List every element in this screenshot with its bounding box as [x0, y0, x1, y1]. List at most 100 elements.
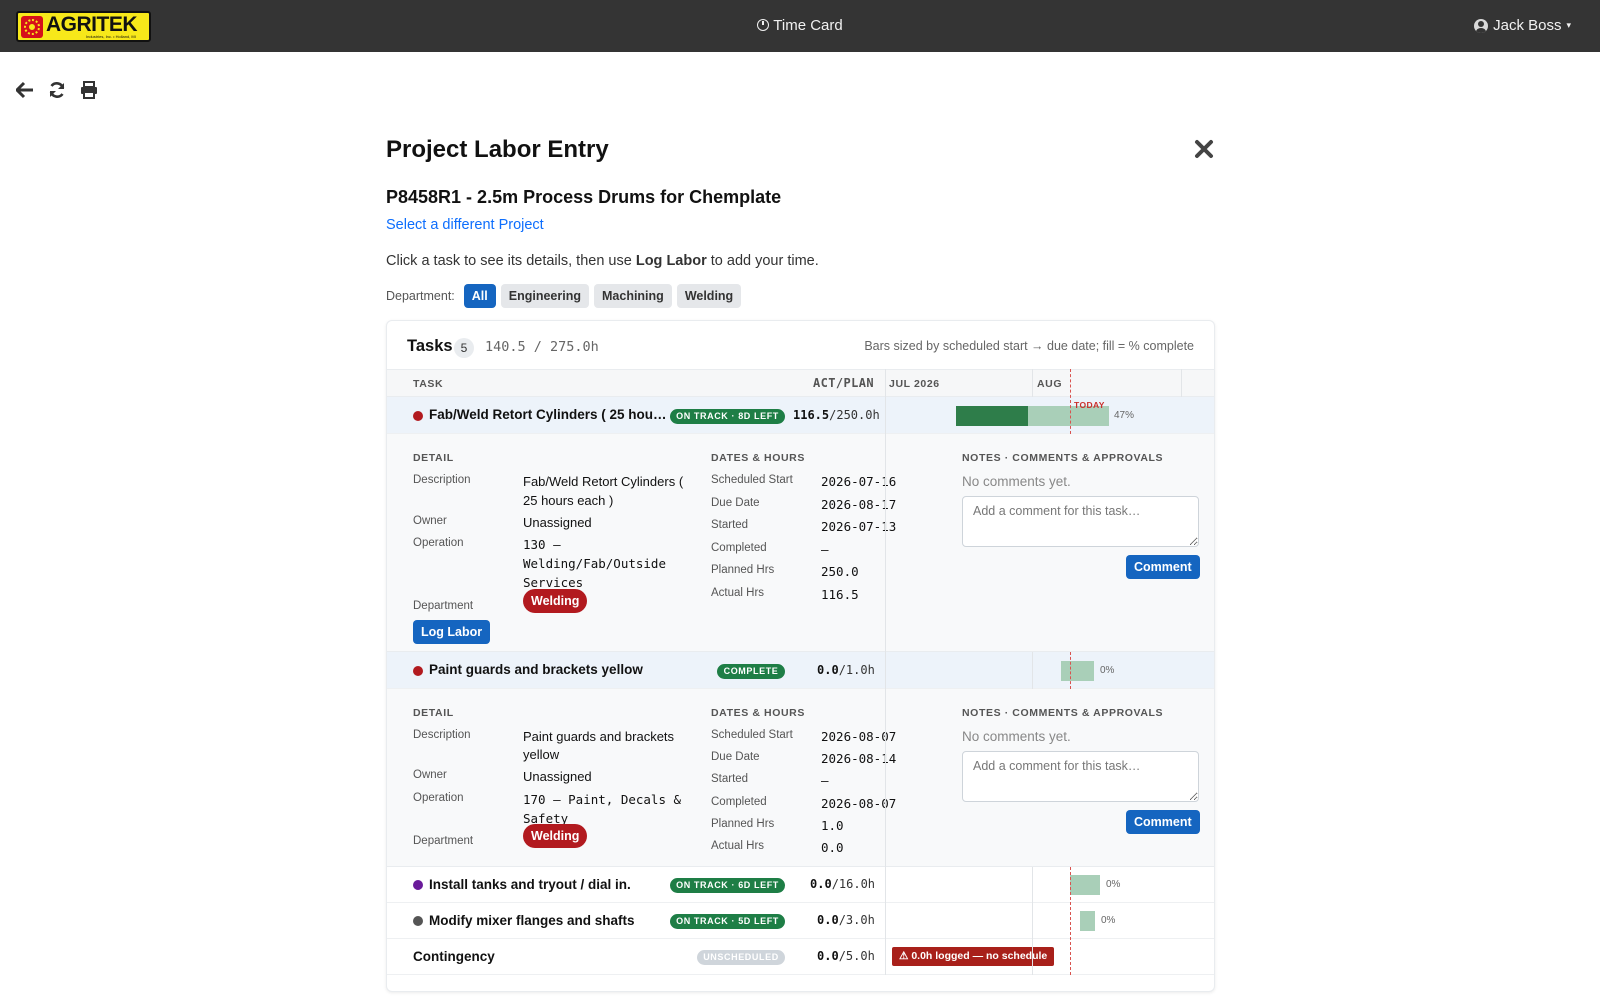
task-row[interactable]: Contingency UNSCHEDULED 0.0/5.0h ⚠ 0.0h …: [387, 939, 1214, 975]
planned-hours-value: 1.0: [821, 818, 844, 833]
department-filter: Department: All Engineering Machining We…: [386, 284, 742, 308]
filter-chip-engineering[interactable]: Engineering: [500, 284, 589, 308]
task-color-dot: [413, 916, 423, 926]
filter-chip-machining[interactable]: Machining: [594, 284, 672, 308]
percent-complete: 0%: [1101, 915, 1116, 926]
description-line-1: Paint guards and brackets: [523, 729, 675, 744]
comment-button[interactable]: Comment: [1126, 810, 1200, 834]
task-name: Contingency: [413, 949, 495, 964]
department-label: Department: [413, 600, 474, 612]
operation-line-1: 170 – Paint, Decals &: [523, 792, 682, 807]
user-circle-icon: [1474, 18, 1489, 33]
status-badge: ON TRACK · 5D LEFT: [670, 914, 785, 929]
task-row[interactable]: Modify mixer flanges and shafts ON TRACK…: [387, 903, 1214, 939]
arrow-left-icon: [16, 81, 33, 99]
progress-fill: [956, 406, 1028, 426]
description-label: Description: [413, 474, 471, 486]
operation-line-1: 130 –: [523, 537, 561, 552]
close-button[interactable]: [1194, 139, 1216, 161]
task-row[interactable]: Paint guards and brackets yellow COMPLET…: [387, 652, 1214, 689]
completed-label: Completed: [711, 542, 767, 554]
filter-chip-all[interactable]: All: [463, 284, 496, 308]
task-color-dot: [413, 880, 423, 890]
task-color-dot: [413, 666, 423, 676]
month-divider: [1032, 369, 1033, 397]
dates-section-title: DATES & HOURS: [711, 452, 805, 464]
dates-section-title: DATES & HOURS: [711, 707, 805, 719]
actual-hours-label: Actual Hrs: [711, 587, 765, 599]
detail-section-title: DETAIL: [413, 452, 454, 464]
log-labor-button[interactable]: Log Labor: [413, 620, 491, 644]
today-line: [1070, 369, 1071, 434]
owner-value: Unassigned: [523, 769, 592, 784]
printer-icon: [81, 81, 97, 99]
percent-complete: 47%: [1114, 410, 1135, 421]
comment-input[interactable]: [962, 496, 1199, 547]
today-line: [1070, 652, 1071, 689]
app-title: Time Card: [0, 17, 1600, 34]
department-label: Department: [413, 835, 474, 847]
back-button[interactable]: [15, 80, 35, 100]
today-line: [1070, 867, 1071, 975]
hours-totals: 140.5 / 275.0h: [485, 339, 599, 355]
schedule-bar: [1080, 911, 1095, 931]
detail-section-title: DETAIL: [413, 707, 454, 719]
owner-label: Owner: [413, 515, 447, 527]
owner-value: Unassigned: [523, 515, 592, 530]
no-comments-text: No comments yet.: [962, 474, 1071, 489]
timeline-legend-note: Bars sized by scheduled start → due date…: [864, 339, 1194, 353]
no-comments-text: No comments yet.: [962, 729, 1071, 744]
clock-icon: [757, 19, 770, 31]
task-name: Install tanks and tryout / dial in.: [429, 877, 631, 892]
timeline-divider: [885, 369, 886, 975]
project-title: P8458R1 - 2.5m Process Drums for Chempla…: [386, 187, 782, 207]
month-divider: [1181, 369, 1182, 397]
column-task: TASK: [413, 378, 444, 390]
comment-input[interactable]: [962, 751, 1199, 802]
started-label: Started: [711, 773, 749, 785]
page-toolbar: [15, 80, 99, 100]
started-value: –: [821, 773, 829, 788]
column-act-plan: ACT/PLAN: [813, 376, 874, 390]
department-filter-label: Department:: [386, 289, 455, 303]
planned-hours-label: Planned Hrs: [711, 564, 775, 576]
column-month-aug: AUG: [1037, 378, 1063, 390]
print-button[interactable]: [79, 80, 99, 100]
planned-hours-value: 250.0: [821, 564, 859, 579]
select-project-link[interactable]: Select a different Project: [386, 217, 544, 233]
refresh-icon: [49, 82, 65, 98]
schedule-bar: [1070, 875, 1100, 895]
completed-label: Completed: [711, 796, 767, 808]
due-date-label: Due Date: [711, 751, 760, 763]
planned-hours-label: Planned Hrs: [711, 818, 775, 830]
due-date-label: Due Date: [711, 497, 760, 509]
status-badge: ON TRACK · 8D LEFT: [670, 409, 785, 424]
filter-chip-welding[interactable]: Welding: [676, 284, 742, 308]
user-menu[interactable]: Jack Boss ▾: [1474, 17, 1571, 34]
today-marker-label: TODAY: [1074, 400, 1105, 410]
task-name: Modify mixer flanges and shafts: [429, 913, 635, 928]
task-row[interactable]: Fab/Weld Retort Cylinders ( 25 hou… ON T…: [387, 397, 1214, 434]
close-icon: [1195, 140, 1213, 158]
notes-section-title: NOTES · COMMENTS & APPROVALS: [962, 707, 1164, 719]
description-line-1: Fab/Weld Retort Cylinders (: [523, 474, 684, 489]
column-month-jul: JUL 2026: [889, 378, 940, 390]
status-badge: ON TRACK · 6D LEFT: [670, 878, 785, 893]
operation-label: Operation: [413, 792, 464, 804]
act-plan-hours: 0.0/3.0h: [817, 913, 875, 927]
tasks-card: Tasks 5 140.5 / 275.0h Bars sized by sch…: [386, 320, 1215, 992]
operation-line-2: Welding/Fab/Outside: [523, 556, 666, 571]
scheduled-start-label: Scheduled Start: [711, 474, 793, 486]
page-title: Project Labor Entry: [386, 136, 609, 163]
percent-complete: 0%: [1100, 665, 1115, 676]
task-row[interactable]: Install tanks and tryout / dial in. ON T…: [387, 867, 1214, 903]
actual-hours-value: 0.0: [821, 840, 844, 855]
logo-subtext: Industries, Inc. • Holland, MI: [86, 34, 136, 39]
refresh-button[interactable]: [47, 80, 67, 100]
task-name: Paint guards and brackets yellow: [429, 662, 643, 677]
no-schedule-warning: ⚠ 0.0h logged — no schedule: [892, 947, 1055, 966]
timeline-divider: [885, 397, 886, 434]
description-line-2: 25 hours each ): [523, 493, 614, 508]
department-badge: Welding: [523, 589, 588, 613]
comment-button[interactable]: Comment: [1126, 555, 1200, 579]
